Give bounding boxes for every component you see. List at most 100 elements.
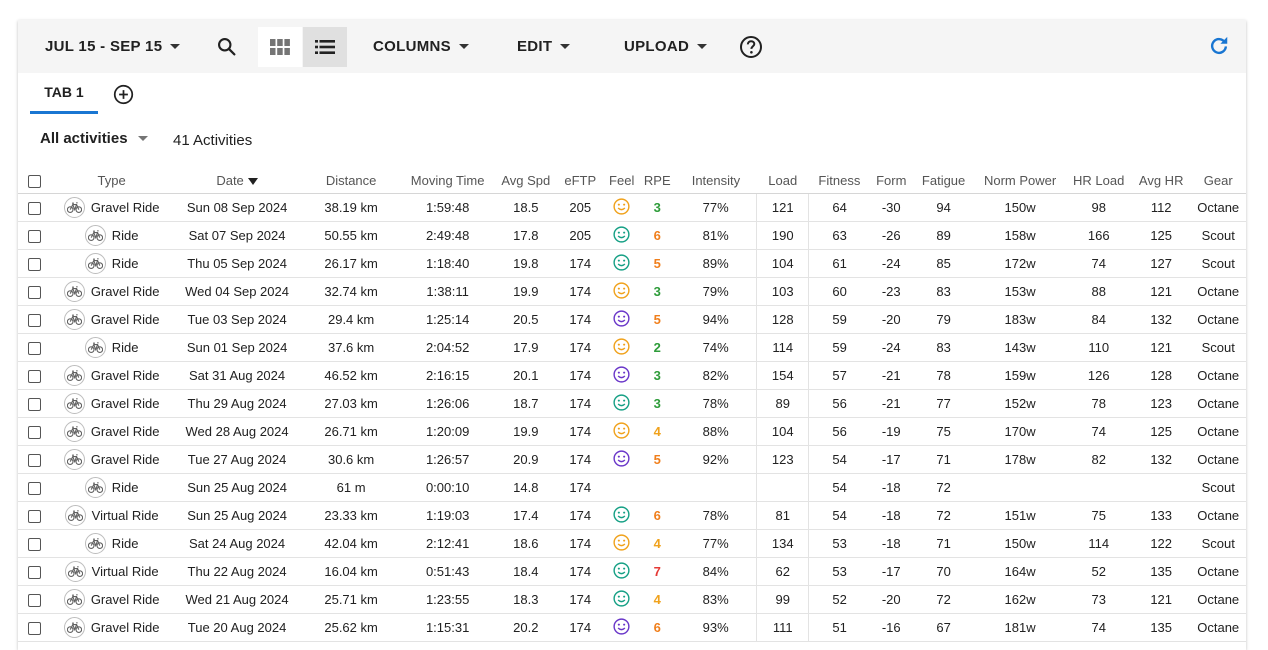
row-checkbox[interactable]: [28, 342, 42, 356]
activity-type[interactable]: Gravel Ride: [63, 365, 159, 386]
table-row[interactable]: Gravel Ride Tue 03 Sep 2024 29.4 km 1:25:14…: [18, 305, 1246, 334]
feel-smiley-icon[interactable]: [613, 337, 630, 355]
help-icon[interactable]: [739, 35, 763, 59]
column-header-form[interactable]: Form: [869, 168, 913, 194]
feel-smiley-icon[interactable]: [613, 449, 630, 467]
feel-smiley-icon[interactable]: [613, 617, 630, 635]
column-header-rpe[interactable]: RPE: [639, 168, 676, 194]
activity-type[interactable]: Ride: [84, 253, 139, 274]
column-header-date[interactable]: Date: [172, 168, 303, 194]
feel-smiley-icon[interactable]: [613, 421, 630, 439]
activity-filter-dropdown[interactable]: All activities: [40, 130, 148, 147]
activity-type[interactable]: Gravel Ride: [63, 281, 159, 302]
date-range-dropdown[interactable]: JUL 15 - SEP 15: [45, 20, 181, 73]
table-row[interactable]: Gravel Ride Tue 20 Aug 2024 25.62 km 1:15:3…: [18, 613, 1246, 642]
row-checkbox[interactable]: [28, 426, 42, 440]
activity-type[interactable]: Ride: [84, 533, 139, 554]
column-header-type[interactable]: Type: [51, 168, 173, 194]
activity-type-label: Ride: [111, 536, 139, 551]
feel-smiley-icon[interactable]: [613, 533, 630, 551]
table-row[interactable]: Ride Sun 01 Sep 2024 37.6 km 2:04:52 17.9 174…: [18, 333, 1246, 362]
table-row[interactable]: Gravel Ride Thu 29 Aug 2024 27.03 km 1:26:0…: [18, 389, 1246, 418]
cell-eftp: 174: [556, 305, 604, 334]
table-row[interactable]: Gravel Ride Wed 28 Aug 2024 26.71 km 1:20:0…: [18, 417, 1246, 446]
column-header-norm-power[interactable]: Norm Power: [974, 168, 1066, 194]
row-checkbox[interactable]: [28, 202, 42, 216]
row-checkbox[interactable]: [28, 594, 42, 608]
checkbox[interactable]: [28, 175, 42, 189]
activity-type[interactable]: Gravel Ride: [63, 589, 159, 610]
table-row[interactable]: Gravel Ride Sun 08 Sep 2024 38.19 km 1:59:4…: [18, 193, 1246, 222]
row-checkbox[interactable]: [28, 566, 42, 580]
row-checkbox[interactable]: [28, 230, 42, 244]
feel-smiley-icon[interactable]: [613, 393, 630, 411]
column-header-feel[interactable]: Feel: [603, 168, 640, 194]
activity-type[interactable]: Gravel Ride: [63, 449, 159, 470]
column-header-fitness[interactable]: Fitness: [808, 168, 870, 194]
search-icon[interactable]: [214, 34, 238, 58]
row-checkbox[interactable]: [28, 370, 42, 384]
activity-type[interactable]: Ride: [84, 225, 139, 246]
activity-type[interactable]: Gravel Ride: [63, 421, 159, 442]
row-checkbox[interactable]: [28, 314, 42, 328]
table-row[interactable]: Virtual Ride Sun 25 Aug 2024 23.33 km 1:19:…: [18, 501, 1246, 530]
activity-type[interactable]: Gravel Ride: [63, 197, 159, 218]
activity-type[interactable]: Gravel Ride: [63, 309, 159, 330]
feel-smiley-icon[interactable]: [613, 505, 630, 523]
select-all-checkbox[interactable]: [18, 168, 52, 194]
column-header-gear[interactable]: Gear: [1190, 168, 1246, 194]
feel-smiley-icon[interactable]: [613, 309, 630, 327]
column-header-avg-spd[interactable]: Avg Spd: [495, 168, 557, 194]
table-row[interactable]: Ride Thu 05 Sep 2024 26.17 km 1:18:40 19.8 17…: [18, 249, 1246, 278]
table-row[interactable]: Ride Sat 24 Aug 2024 42.04 km 2:12:41 18.6 17…: [18, 529, 1246, 558]
feel-smiley-icon[interactable]: [613, 561, 630, 579]
row-checkbox[interactable]: [28, 482, 42, 496]
column-header-moving-time[interactable]: Moving Time: [400, 168, 496, 194]
activity-type[interactable]: Ride: [84, 477, 139, 498]
table-row[interactable]: Virtual Ride Thu 22 Aug 2024 16.04 km 0:51:…: [18, 557, 1246, 586]
activity-type-cell: Gravel Ride: [51, 585, 173, 614]
list-view-icon[interactable]: [303, 27, 347, 67]
activity-type[interactable]: Virtual Ride: [64, 561, 159, 582]
table-row[interactable]: Gravel Ride Wed 21 Aug 2024 25.71 km 1:23:5…: [18, 585, 1246, 614]
column-header-distance[interactable]: Distance: [302, 168, 401, 194]
table-row[interactable]: Gravel Ride Tue 27 Aug 2024 30.6 km 1:26:57…: [18, 445, 1246, 474]
cell-moving-time: 1:26:06: [400, 389, 496, 418]
activity-type[interactable]: Gravel Ride: [63, 617, 159, 638]
feel-smiley-icon[interactable]: [613, 197, 630, 215]
upload-dropdown[interactable]: UPLOAD: [624, 20, 708, 73]
cell-norm-power: 152w: [974, 389, 1066, 418]
table-row[interactable]: Ride Sun 25 Aug 2024 61 m 0:00:10 14.8 174 54-…: [18, 473, 1246, 502]
activity-type[interactable]: Virtual Ride: [64, 505, 159, 526]
column-header-avg-hr[interactable]: Avg HR: [1131, 168, 1191, 194]
activity-type[interactable]: Gravel Ride: [63, 393, 159, 414]
column-header-intensity[interactable]: Intensity: [675, 168, 757, 194]
row-checkbox[interactable]: [28, 510, 42, 524]
row-checkbox[interactable]: [28, 622, 42, 636]
column-header-load[interactable]: Load: [756, 168, 809, 194]
row-checkbox[interactable]: [28, 538, 42, 552]
activities-panel: JUL 15 - SEP 15 COLUMNS EDIT UPLOAD TAB …: [18, 20, 1246, 650]
columns-dropdown[interactable]: COLUMNS: [373, 20, 469, 73]
column-header-eftp[interactable]: eFTP: [556, 168, 604, 194]
feel-smiley-icon[interactable]: [613, 589, 630, 607]
edit-dropdown[interactable]: EDIT: [517, 20, 571, 73]
row-checkbox[interactable]: [28, 454, 42, 468]
feel-smiley-icon[interactable]: [613, 365, 630, 383]
table-row[interactable]: Gravel Ride Wed 04 Sep 2024 32.74 km 1:38:1…: [18, 277, 1246, 306]
row-checkbox[interactable]: [28, 258, 42, 272]
column-header-fatigue[interactable]: Fatigue: [912, 168, 975, 194]
row-checkbox[interactable]: [28, 286, 42, 300]
tab-1[interactable]: TAB 1: [30, 73, 98, 114]
feel-smiley-icon[interactable]: [613, 281, 630, 299]
refresh-icon[interactable]: [1208, 35, 1230, 57]
activity-type[interactable]: Ride: [84, 337, 139, 358]
add-tab-icon[interactable]: [112, 83, 134, 105]
feel-smiley-icon[interactable]: [613, 225, 630, 243]
table-row[interactable]: Ride Sat 07 Sep 2024 50.55 km 2:49:48 17.8 20…: [18, 221, 1246, 250]
column-header-hr-load[interactable]: HR Load: [1065, 168, 1132, 194]
grid-view-icon[interactable]: [258, 27, 302, 67]
feel-smiley-icon[interactable]: [613, 253, 630, 271]
table-row[interactable]: Gravel Ride Sat 31 Aug 2024 46.52 km 2:16:1…: [18, 361, 1246, 390]
row-checkbox[interactable]: [28, 398, 42, 412]
